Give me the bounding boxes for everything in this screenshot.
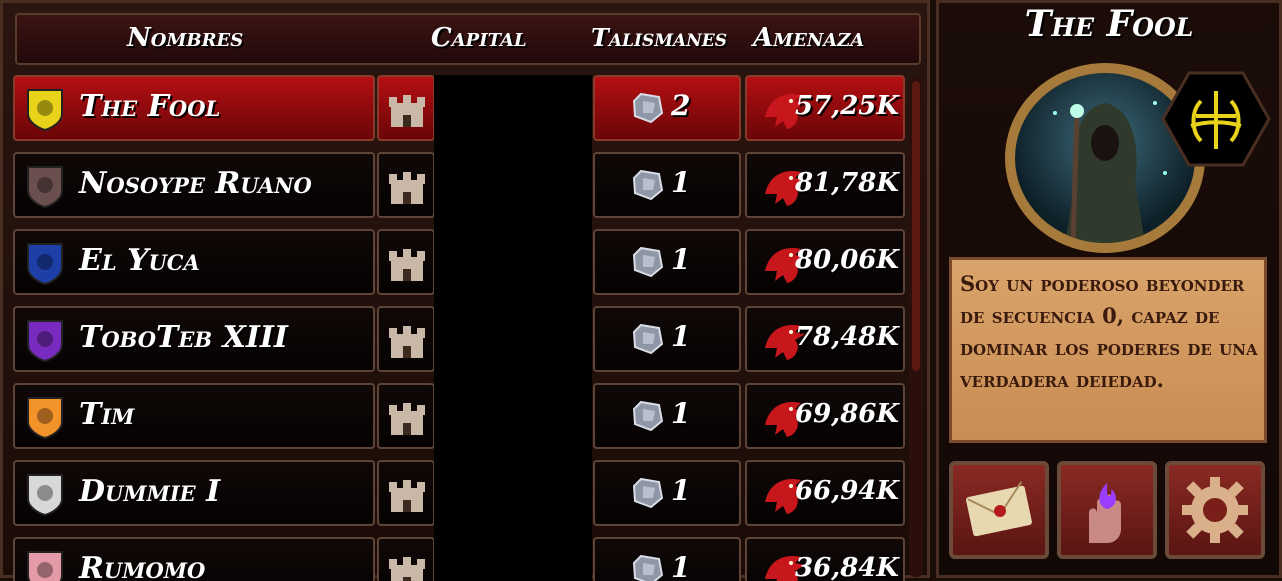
threat-value: 66,94K: [794, 476, 899, 506]
talismans-cell: 2: [593, 75, 741, 141]
talismans-cell: 1: [593, 537, 741, 581]
threat-value: 36,84K: [794, 553, 899, 581]
threat-value: 80,06K: [794, 245, 899, 275]
column-header-threat: Amenaza: [753, 23, 865, 53]
capital-cell[interactable]: [377, 537, 435, 581]
threat-cell: 81,78K: [745, 152, 905, 218]
capital-cell[interactable]: [377, 152, 435, 218]
redacted-area: [434, 75, 592, 581]
talisman-count: 1: [671, 243, 691, 276]
threat-value: 78,48K: [794, 322, 899, 352]
talismans-cell: 1: [593, 306, 741, 372]
tree-shield-icon: [19, 468, 71, 520]
gear-icon: [1182, 477, 1248, 543]
threat-cell: 57,25K: [745, 75, 905, 141]
castle-icon: [387, 166, 427, 206]
threat-cell: 78,48K: [745, 306, 905, 372]
talisman-gem-icon: [631, 168, 665, 202]
talisman-gem-icon: [631, 399, 665, 433]
talisman-gem-icon: [631, 245, 665, 279]
ranking-panel: Nombres Capital Talismanes Amenaza The F…: [0, 0, 930, 581]
message-button[interactable]: [949, 461, 1049, 559]
capital-cell[interactable]: [377, 306, 435, 372]
talisman-gem-icon: [631, 91, 665, 125]
talismans-cell: 1: [593, 460, 741, 526]
winged-beast-icon: [19, 160, 71, 212]
player-name-cell[interactable]: Rumomo: [13, 537, 375, 581]
column-header-talismans: Talismanes: [591, 23, 728, 52]
player-name-cell[interactable]: The Fool: [13, 75, 375, 141]
profile-panel: The Fool Soy un poderoso beyonder de sec…: [936, 0, 1282, 578]
profile-title: The Fool: [1024, 3, 1194, 45]
yellow-sigil-icon: [19, 83, 71, 135]
ship-cross-icon: [19, 237, 71, 289]
talisman-count: 1: [671, 397, 691, 430]
castle-icon: [387, 397, 427, 437]
talisman-count: 1: [671, 474, 691, 507]
dragon-shield-icon: [19, 391, 71, 443]
faction-crest-icon: [1161, 71, 1271, 167]
table-header: Nombres Capital Talismanes Amenaza: [15, 13, 921, 65]
column-header-names: Nombres: [127, 23, 244, 53]
player-name: Rumomo: [79, 551, 206, 581]
talisman-count: 1: [671, 166, 691, 199]
character-quote: Soy un poderoso beyonder de secuencia 0,…: [949, 257, 1267, 443]
talisman-gem-icon: [631, 322, 665, 356]
talisman-count: 2: [671, 89, 691, 122]
quote-text: Soy un poderoso beyonder de secuencia 0,…: [960, 271, 1258, 392]
spell-button[interactable]: [1057, 461, 1157, 559]
magic-hand-icon: [1089, 483, 1121, 543]
player-name-cell[interactable]: Nosoype Ruano: [13, 152, 375, 218]
capital-cell[interactable]: [377, 460, 435, 526]
capital-cell[interactable]: [377, 383, 435, 449]
player-name: Nosoype Ruano: [79, 166, 312, 201]
threat-value: 57,25K: [794, 91, 899, 121]
scrollbar[interactable]: [909, 77, 923, 577]
talismans-cell: 1: [593, 229, 741, 295]
player-name: Tim: [79, 397, 135, 432]
envelope-icon: [966, 481, 1032, 537]
player-name-cell[interactable]: Dummie I: [13, 460, 375, 526]
player-name: Dummie I: [79, 474, 221, 509]
player-name: ToboTeb XIII: [79, 320, 288, 355]
talisman-count: 1: [671, 551, 691, 581]
talismans-cell: 1: [593, 152, 741, 218]
talisman-count: 1: [671, 320, 691, 353]
threat-cell: 80,06K: [745, 229, 905, 295]
threat-cell: 66,94K: [745, 460, 905, 526]
scrollbar-thumb[interactable]: [912, 81, 920, 371]
column-header-capital: Capital: [431, 23, 527, 53]
threat-cell: 69,86K: [745, 383, 905, 449]
castle-icon: [387, 474, 427, 514]
player-name-cell[interactable]: ToboTeb XIII: [13, 306, 375, 372]
pink-emblem-icon: [19, 545, 71, 581]
player-name: El Yuca: [79, 243, 200, 278]
castle-icon: [387, 551, 427, 581]
castle-icon: [387, 243, 427, 283]
threat-value: 69,86K: [794, 399, 899, 429]
settings-button[interactable]: [1165, 461, 1265, 559]
threat-cell: 36,84K: [745, 537, 905, 581]
talisman-gem-icon: [631, 476, 665, 510]
player-name: The Fool: [79, 89, 221, 124]
castle-icon: [387, 320, 427, 360]
player-name-cell[interactable]: Tim: [13, 383, 375, 449]
purple-mask-icon: [19, 314, 71, 366]
threat-value: 81,78K: [794, 168, 899, 198]
capital-cell[interactable]: [377, 229, 435, 295]
talisman-gem-icon: [631, 553, 665, 581]
talismans-cell: 1: [593, 383, 741, 449]
capital-cell[interactable]: [377, 75, 435, 141]
castle-icon: [387, 89, 427, 129]
player-name-cell[interactable]: El Yuca: [13, 229, 375, 295]
